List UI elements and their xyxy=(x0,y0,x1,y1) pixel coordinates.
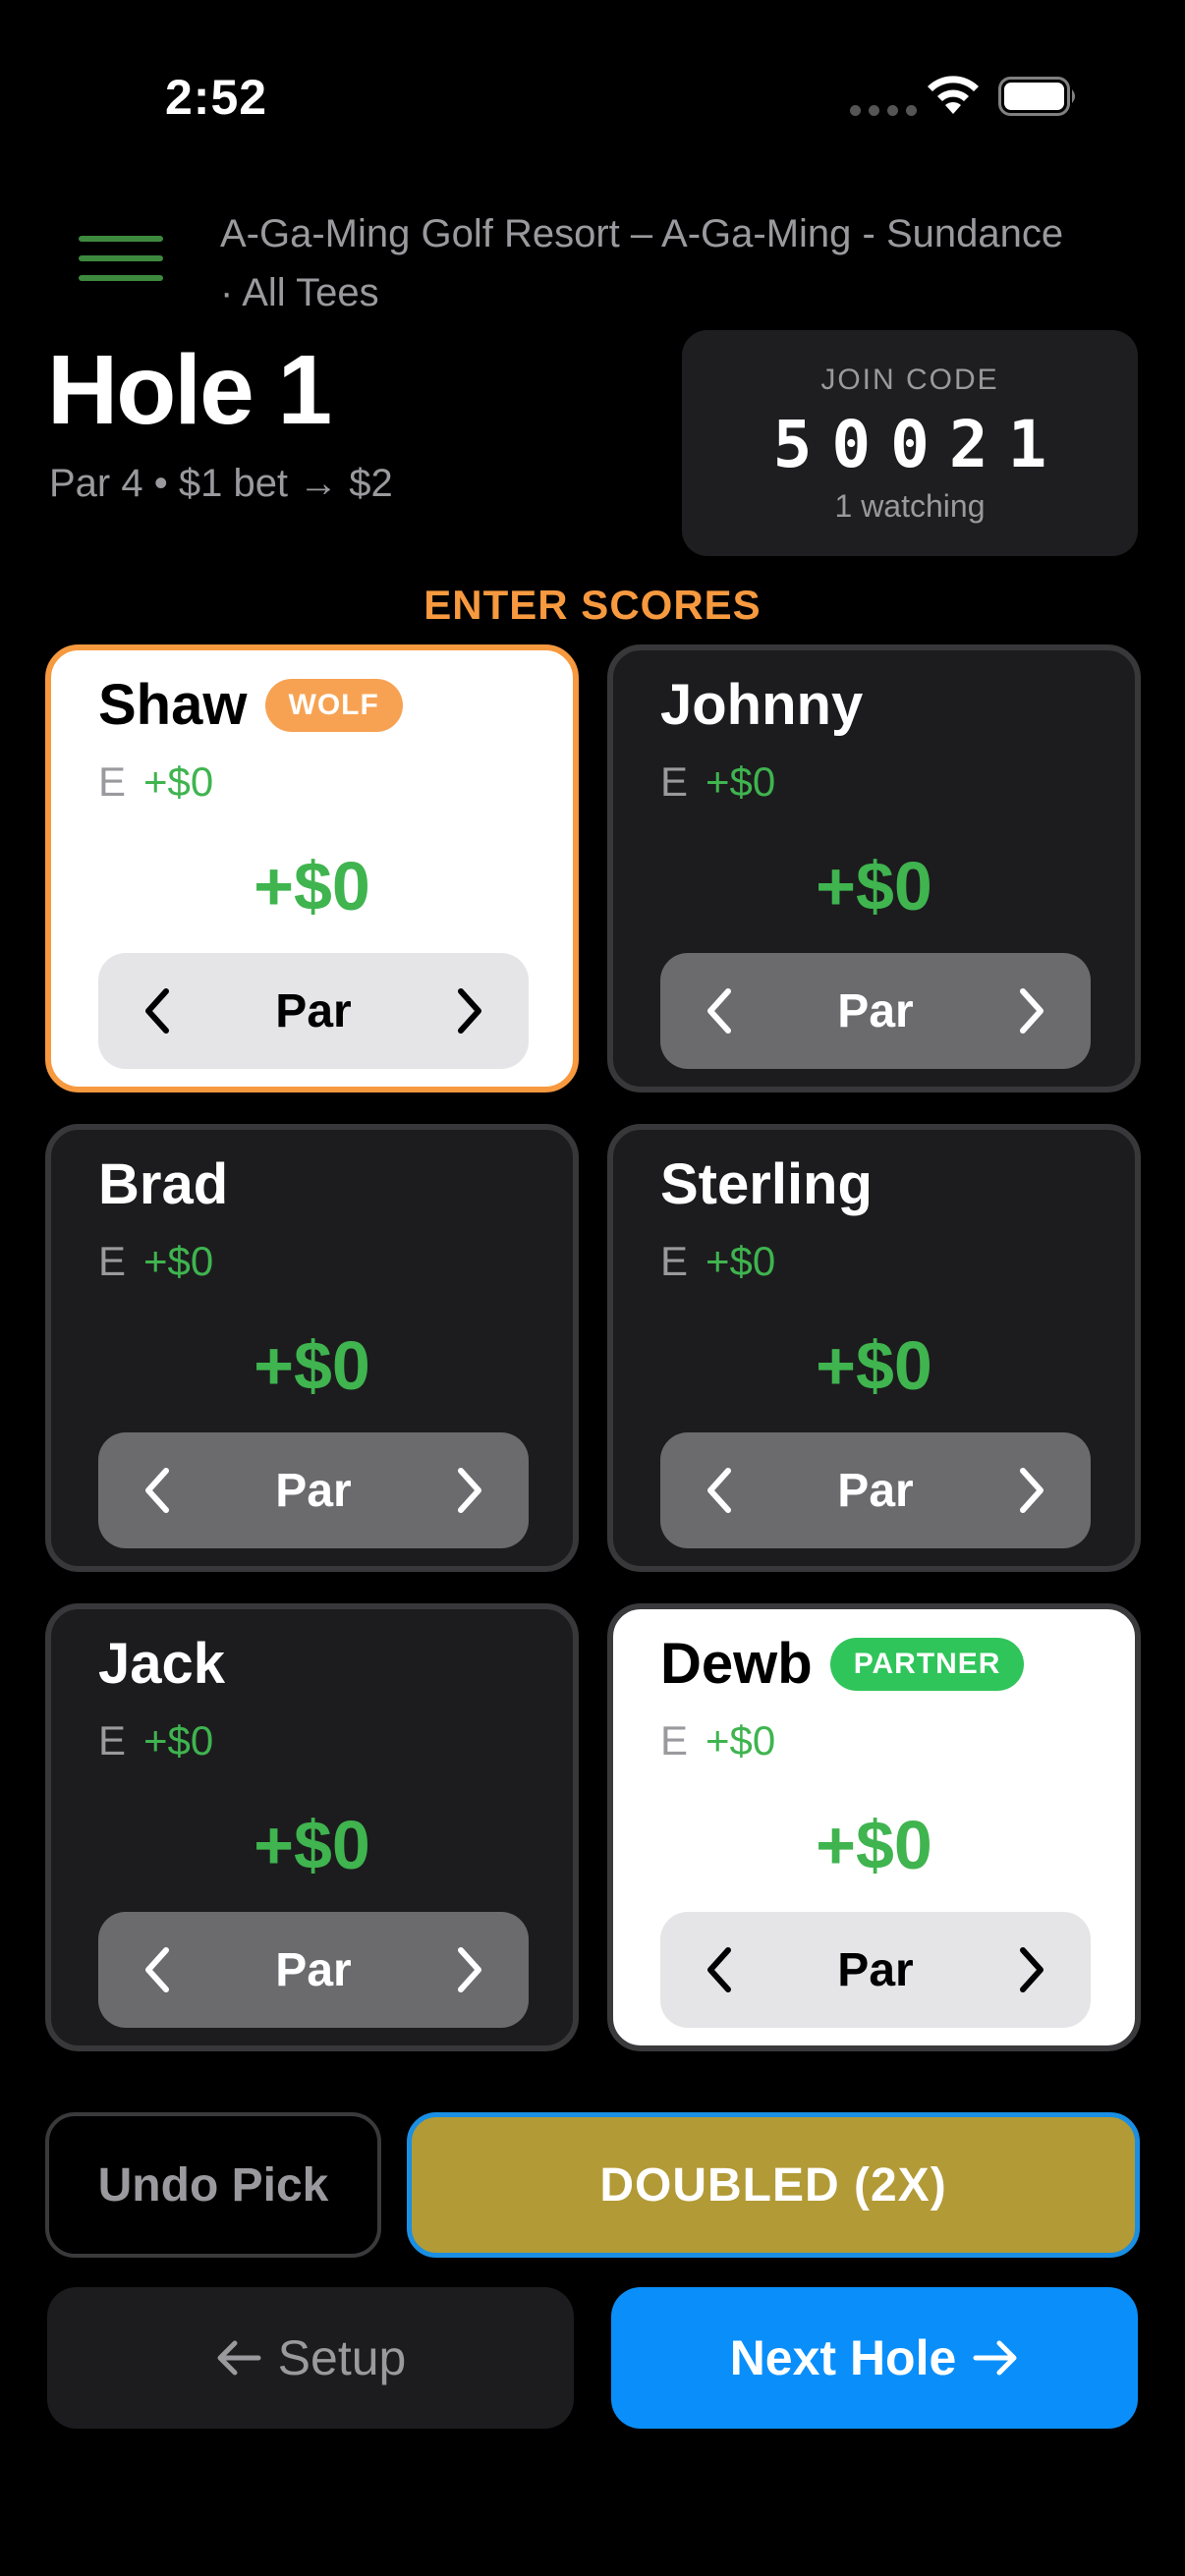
score-stepper: Par xyxy=(98,1912,529,2028)
chevron-right-icon[interactable] xyxy=(450,1466,489,1515)
hole-amount: +$0 xyxy=(254,1807,370,1883)
score-stepper: Par xyxy=(660,1432,1091,1548)
score-stepper: Par xyxy=(660,953,1091,1069)
arrow-left-icon xyxy=(217,2340,261,2376)
cellular-signal-icon xyxy=(850,105,917,116)
chevron-right-icon[interactable] xyxy=(1012,986,1051,1036)
chevron-right-icon[interactable] xyxy=(1012,1466,1051,1515)
next-hole-button[interactable]: Next Hole xyxy=(611,2287,1138,2429)
hole-amount: +$0 xyxy=(254,1327,370,1404)
running-money: +$0 xyxy=(705,1238,776,1284)
running-money: +$0 xyxy=(705,1717,776,1764)
status-time: 2:52 xyxy=(165,70,268,125)
relative-score: E xyxy=(98,1717,127,1764)
player-card[interactable]: Johnny E +$0 +$0 Par xyxy=(607,644,1141,1092)
doubled-button[interactable]: DOUBLED (2X) xyxy=(407,2112,1140,2258)
hole-amount: +$0 xyxy=(816,1807,932,1883)
player-card[interactable]: Sterling E +$0 +$0 Par xyxy=(607,1124,1141,1572)
arrow-right-icon xyxy=(973,2340,1017,2376)
battery-icon xyxy=(998,77,1075,116)
player-card[interactable]: Jack E +$0 +$0 Par xyxy=(45,1603,579,2051)
setup-label: Setup xyxy=(277,2330,407,2385)
player-card[interactable]: Brad E +$0 +$0 Par xyxy=(45,1124,579,1572)
score-value: Par xyxy=(275,1943,352,1996)
relative-score: E xyxy=(660,758,689,805)
chevron-left-icon[interactable] xyxy=(138,986,177,1036)
next-hole-label: Next Hole xyxy=(729,2330,957,2385)
relative-score: E xyxy=(98,1238,127,1284)
relative-score: E xyxy=(98,758,127,805)
relative-score: E xyxy=(660,1238,689,1284)
player-card[interactable]: Shaw WOLF E +$0 +$0 Par xyxy=(45,644,579,1092)
running-money: +$0 xyxy=(143,1238,214,1284)
player-name: Dewb xyxy=(660,1632,813,1696)
watching-count: 1 watching xyxy=(834,488,986,524)
chevron-right-icon[interactable] xyxy=(450,986,489,1036)
chevron-right-icon[interactable] xyxy=(1012,1945,1051,1994)
course-name: A-Ga-Ming Golf Resort – A-Ga-Ming - Sund… xyxy=(220,212,1064,314)
menu-icon[interactable] xyxy=(79,236,163,287)
running-money: +$0 xyxy=(143,758,214,805)
chevron-left-icon[interactable] xyxy=(700,986,739,1036)
chevron-left-icon[interactable] xyxy=(700,1945,739,1994)
player-card[interactable]: Dewb PARTNER E +$0 +$0 Par xyxy=(607,1603,1141,2051)
hole-title: Hole 1 xyxy=(47,335,332,445)
relative-score: E xyxy=(660,1717,689,1764)
join-code-value: 50021 xyxy=(772,407,1067,482)
hole-amount: +$0 xyxy=(816,1327,932,1404)
chevron-left-icon[interactable] xyxy=(700,1466,739,1515)
section-label: ENTER SCORES xyxy=(423,582,762,628)
hole-amount: +$0 xyxy=(254,848,370,924)
running-money: +$0 xyxy=(705,758,776,805)
chevron-left-icon[interactable] xyxy=(138,1945,177,1994)
player-name: Brad xyxy=(98,1152,229,1216)
status-bar: 2:52 xyxy=(0,0,1185,187)
player-name: Shaw xyxy=(98,673,248,737)
player-name: Johnny xyxy=(660,673,864,737)
wolf-badge: WOLF xyxy=(264,678,403,732)
score-stepper: Par xyxy=(98,953,529,1069)
chevron-left-icon[interactable] xyxy=(138,1466,177,1515)
partner-badge: PARTNER xyxy=(829,1637,1025,1691)
setup-button[interactable]: Setup xyxy=(47,2287,574,2429)
hole-amount: +$0 xyxy=(816,848,932,924)
score-value: Par xyxy=(837,1943,914,1996)
join-code-label: JOIN CODE xyxy=(820,364,999,396)
score-value: Par xyxy=(275,1464,352,1517)
chevron-right-icon[interactable] xyxy=(450,1945,489,1994)
score-value: Par xyxy=(837,984,914,1037)
running-money: +$0 xyxy=(143,1717,214,1764)
score-value: Par xyxy=(837,1464,914,1517)
score-value: Par xyxy=(275,984,352,1037)
hole-subtitle: Par 4 • $1 bet → $2 xyxy=(49,462,393,505)
score-stepper: Par xyxy=(660,1912,1091,2028)
join-code-card[interactable]: JOIN CODE 50021 1 watching xyxy=(682,330,1138,556)
score-stepper: Par xyxy=(98,1432,529,1548)
undo-pick-button[interactable]: Undo Pick xyxy=(45,2112,381,2258)
player-name: Jack xyxy=(98,1632,226,1696)
player-name: Sterling xyxy=(660,1152,873,1216)
wifi-icon xyxy=(928,76,979,114)
